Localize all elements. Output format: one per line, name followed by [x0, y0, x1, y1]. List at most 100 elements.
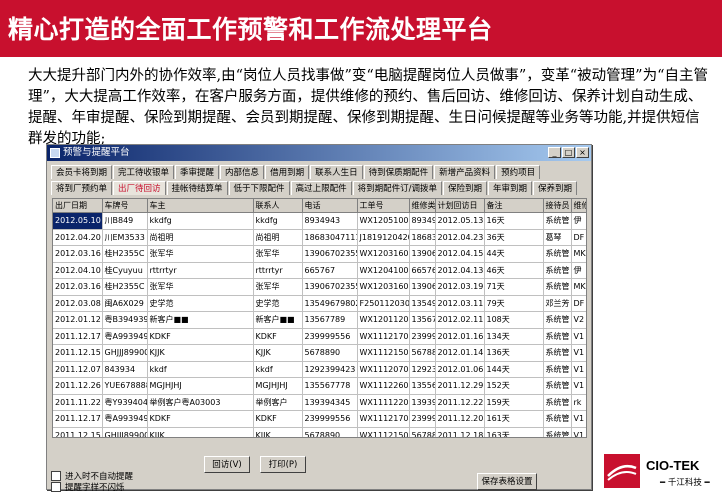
tab-r1-6[interactable]: 待到保质期配件	[363, 165, 434, 179]
print-button[interactable]: 打印(P)	[260, 456, 306, 473]
tab-r2-2[interactable]: 挂帐待结算单	[166, 181, 228, 195]
table-cell: 2012.01.06	[435, 361, 485, 378]
save-grid-settings-button[interactable]: 保存表格设置	[477, 473, 537, 490]
table-row[interactable]: 2012.03.08 闽A6X029 史学范 史学范 13549679802 F25011…	[53, 295, 586, 312]
table-row[interactable]: 2011.12.07 843934 kkdf kkdf 1292399423 WX1112…	[53, 361, 586, 378]
table-cell: 2012.01.14	[435, 344, 485, 362]
table-cell: WX120316001	[357, 245, 410, 263]
table-cell: 2011.11.22	[53, 394, 103, 411]
tab-r1-4[interactable]: 借用到期	[265, 165, 310, 179]
table-cell: MK	[571, 278, 586, 296]
table-cell: 2012.03.11	[435, 295, 485, 312]
no-auto-remind-checkbox[interactable]	[51, 471, 61, 481]
table-cell: 张军华	[253, 245, 303, 263]
table-cell: 44天	[484, 245, 544, 263]
tab-r1-5[interactable]: 联系人生日	[310, 165, 363, 179]
column-header[interactable]: 接待员	[543, 199, 572, 213]
table-cell: kkdfg	[253, 212, 303, 230]
tab-r1-2[interactable]: 季审提醒	[175, 165, 220, 179]
table-cell: 系统管	[543, 394, 572, 411]
column-header[interactable]: 计划回访日	[435, 199, 485, 213]
table-cell: 36天	[484, 229, 544, 246]
tab-r2-7[interactable]: 年审到期	[487, 181, 532, 195]
table-cell: 239999556	[302, 328, 358, 345]
window-title: 预警与提醒平台	[63, 147, 130, 158]
table-cell: 2012.03.08	[53, 295, 103, 312]
table-cell: V1	[571, 377, 586, 395]
table-cell: 史学范	[253, 295, 303, 312]
table-cell: KDKF	[147, 410, 254, 428]
table-cell: 2011.12.17	[53, 328, 103, 345]
minimize-icon[interactable]: _	[548, 147, 561, 158]
table-cell: 2012.04.23	[435, 229, 485, 246]
column-header[interactable]: 车主	[147, 199, 254, 213]
table-cell: rttrrtyr	[253, 262, 303, 279]
tab-r1-3[interactable]: 内部信息	[220, 165, 265, 179]
table-cell: 葛琴	[543, 229, 572, 246]
table-row[interactable]: 2011.12.15GHJJJ899000KJJKKJJK5678890WX11…	[53, 344, 586, 362]
slide-title-bar: 精心打造的全面工作预警和工作流处理平台	[0, 0, 722, 57]
column-header[interactable]: 电话	[302, 199, 358, 213]
tab-r1-7[interactable]: 新增产品资料	[434, 165, 496, 179]
window-titlebar[interactable]: 预警与提醒平台 _ □ ×	[47, 145, 591, 161]
no-blink-checkbox[interactable]	[51, 482, 61, 492]
tab-r2-0[interactable]: 将到厂预约单	[51, 181, 113, 195]
column-header[interactable]: 出厂日期	[53, 199, 103, 213]
tab-r2-1[interactable]: 出厂待回访	[113, 181, 166, 195]
table-cell: 系统管	[543, 377, 572, 395]
table-row[interactable]: 2012.04.10 桂Cyuyuu rttrrtyr rttrrtyr 665767 W…	[53, 262, 586, 279]
tab-r2-3[interactable]: 低于下限配件	[228, 181, 290, 195]
column-header[interactable]: 车牌号	[102, 199, 148, 213]
table-cell: 系统管	[543, 344, 572, 362]
tab-r2-8[interactable]: 保养到期	[532, 181, 577, 195]
no-blink-option[interactable]: 提醒字样不闪烁	[51, 481, 125, 493]
table-row[interactable]: 2011.12.17粤A9939494KDKFKDKF239999556WX11…	[53, 410, 586, 428]
tab-r1-0[interactable]: 会员卡将到期	[51, 165, 113, 179]
table-cell: 239999556	[302, 410, 358, 428]
table-cell: MGJHJHJ	[253, 377, 303, 395]
reminder-grid[interactable]: 出厂日期车牌号车主联系人电话工单号维修类计划回访日备注接待员维修 2012.05…	[52, 198, 587, 438]
tab-row-1: 会员卡将到期 完工待收银单 季审提醒 内部信息 借用到期 联系人生日 待到保质期配件 新增产品…	[51, 165, 587, 179]
table-cell: 159天	[484, 394, 544, 411]
tab-r1-1[interactable]: 完工待收银单	[113, 165, 175, 179]
table-cell: 系统管	[543, 328, 572, 345]
table-cell: 张军华	[253, 278, 303, 296]
table-row[interactable]: 2012.05.10 川B849 kkdfg kkdfg 8934943 WX120510…	[53, 212, 586, 230]
column-header[interactable]: 联系人	[253, 199, 303, 213]
table-row[interactable]: 2012.01.12粤B3949394新客户■■新客户■■13567789WX1…	[53, 311, 586, 329]
close-icon[interactable]: ×	[576, 147, 589, 158]
tab-row-2: 将到厂预约单 出厂待回访 挂帐待结算单 低于下限配件 高过上限配件 将到期配件订/调拨单保…	[51, 181, 587, 195]
table-cell: WX120112001	[357, 311, 410, 329]
table-row[interactable]: 2011.11.22粤Y9394040举例客户粤A03003举例客户139394…	[53, 394, 586, 411]
table-cell: 135677	[409, 311, 436, 329]
column-header[interactable]: 维修	[571, 199, 586, 213]
table-cell: KJJK	[253, 427, 303, 437]
tab-r1-8[interactable]: 预约项目	[496, 165, 541, 179]
slide-description: 大大提升部门内外的协作效率,由“岗位人员找事做”变“电脑提醒岗位人员做事”，变革…	[28, 68, 708, 147]
table-cell: 粤Y9394040	[102, 394, 148, 411]
table-cell: 邓兰芳	[543, 295, 572, 312]
table-cell: 8934943	[302, 212, 358, 230]
table-cell: 2012.04.10	[53, 262, 103, 279]
table-row[interactable]: 2012.03.16 桂H2355C 张军华 张军华 13906702355 WX1203…	[53, 245, 586, 263]
column-header[interactable]: 备注	[484, 199, 544, 213]
table-row[interactable]: 2011.12.17粤A9939494KDKFKDKF239999556WX11…	[53, 328, 586, 345]
column-header[interactable]: 维修类	[409, 199, 436, 213]
tab-r2-5[interactable]: 将到期配件订/调拨单	[352, 181, 442, 195]
table-header: 出厂日期车牌号车主联系人电话工单号维修类计划回访日备注接待员维修	[53, 199, 586, 213]
column-header[interactable]: 工单号	[357, 199, 410, 213]
table-cell: 张军华	[147, 278, 254, 296]
tab-r2-4[interactable]: 高过上限配件	[290, 181, 352, 195]
tab-r2-6[interactable]: 保险到期	[442, 181, 487, 195]
table-cell: 18683047111	[302, 229, 358, 246]
table-cell: 5678890	[302, 427, 358, 437]
table-row[interactable]: 2011.12.26 YUE678888 MGJHJHJ MGJHJHJ 1355677…	[53, 377, 586, 395]
table-cell: V1	[571, 361, 586, 378]
table-cell: 2012.04.20	[53, 229, 103, 246]
maximize-icon[interactable]: □	[562, 147, 575, 158]
table-row[interactable]: 2012.03.16 桂H2355C 张军华 张军华 13906702355 WX1203…	[53, 278, 586, 296]
table-row[interactable]: 2012.04.20 川EM3533 尚祖明 尚祖明 18683047111 J18191…	[53, 229, 586, 246]
visit-button[interactable]: 回访(V)	[204, 456, 250, 473]
table-cell: 16天	[484, 212, 544, 230]
table-row[interactable]: 2011.12.15GHJJJ899000KJJKKJJK5678890WX11…	[53, 427, 586, 437]
